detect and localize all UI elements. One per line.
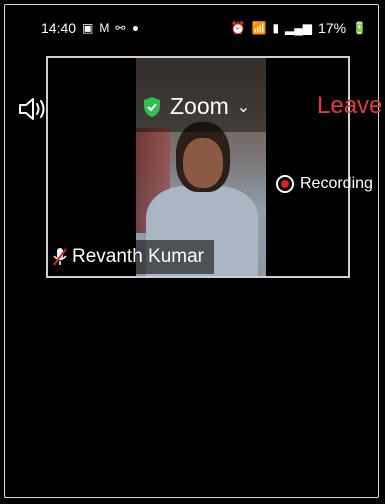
status-right: ⏰ 📶 ▮ ▂▄▆ 17% 🔋 — [231, 20, 367, 36]
speaker-icon — [19, 98, 45, 120]
status-left: 14:40 ▣ M ⚯ — [41, 20, 139, 36]
participant-name-tag: Revanth Kumar — [48, 240, 214, 274]
leave-button[interactable]: Leave — [317, 92, 382, 120]
dot-icon — [133, 25, 139, 31]
signal-icon: ▂▄▆ — [285, 21, 313, 35]
person-face — [183, 138, 223, 188]
status-time: 14:40 — [41, 20, 77, 36]
shield-check-icon — [144, 96, 160, 117]
alarm-icon: ⏰ — [230, 21, 246, 35]
mic-muted-icon — [53, 248, 67, 266]
image-icon: ▣ — [82, 21, 94, 35]
battery-charging-icon: 🔋 — [352, 21, 367, 35]
battery-text: 17% — [318, 20, 347, 36]
wifi-icon: 📶 — [251, 21, 267, 35]
recording-indicator[interactable]: Recording — [276, 175, 373, 193]
m-icon: M — [99, 21, 110, 35]
speaker-button[interactable] — [18, 95, 48, 123]
app-icon: ⚯ — [115, 21, 126, 35]
meeting-title-button[interactable]: Zoom ⌄ — [142, 93, 250, 120]
record-icon — [276, 175, 294, 193]
recording-label: Recording — [300, 175, 373, 192]
participant-name: Revanth Kumar — [72, 246, 205, 267]
status-bar: 14:40 ▣ M ⚯ ⏰ 📶 ▮ ▂▄▆ 17% 🔋 — [0, 14, 385, 44]
chevron-down-icon: ⌄ — [236, 98, 251, 116]
volte-icon: ▮ — [272, 21, 280, 35]
app-title: Zoom — [170, 93, 229, 119]
